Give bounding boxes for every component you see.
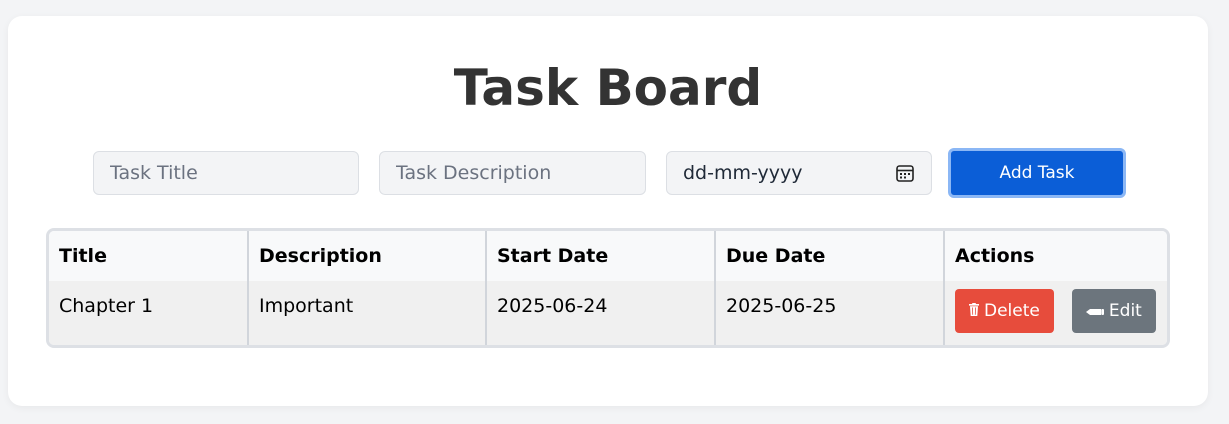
- task-date-input[interactable]: dd-mm-yyyy: [666, 151, 932, 195]
- column-header-actions: Actions: [944, 231, 1167, 281]
- task-start-date-cell: 2025-06-24: [486, 281, 716, 345]
- pencil-icon: [1085, 302, 1104, 320]
- task-title-cell: Chapter 1: [49, 281, 249, 345]
- edit-button-label: Edit: [1108, 301, 1142, 321]
- task-board-card: Task Board dd-mm-yyyy Add Task: [8, 16, 1208, 406]
- task-description-cell: Important: [248, 281, 487, 345]
- column-header-start-date: Start Date: [486, 231, 716, 281]
- date-placeholder: dd-mm-yyyy: [683, 162, 803, 184]
- task-due-date-cell: 2025-06-25: [715, 281, 945, 345]
- delete-button-label: Delete: [984, 301, 1040, 321]
- column-header-due-date: Due Date: [715, 231, 945, 281]
- page-title: Task Board: [453, 59, 763, 117]
- table-header-row: Title Description Start Date Due Date Ac…: [49, 231, 1167, 281]
- edit-button[interactable]: Edit: [1071, 289, 1156, 333]
- task-table: Title Description Start Date Due Date Ac…: [46, 228, 1170, 348]
- trash-icon: [969, 302, 979, 320]
- table-row: Chapter 1 Important 2025-06-24 2025-06-2…: [49, 281, 1167, 345]
- column-header-title: Title: [49, 231, 249, 281]
- task-description-input[interactable]: [379, 151, 646, 195]
- delete-button[interactable]: Delete: [955, 289, 1054, 333]
- add-task-button[interactable]: Add Task: [948, 148, 1126, 198]
- column-header-description: Description: [248, 231, 487, 281]
- task-title-input[interactable]: [93, 151, 359, 195]
- task-actions-cell: Delete Edit: [944, 281, 1167, 345]
- calendar-icon[interactable]: [895, 163, 915, 183]
